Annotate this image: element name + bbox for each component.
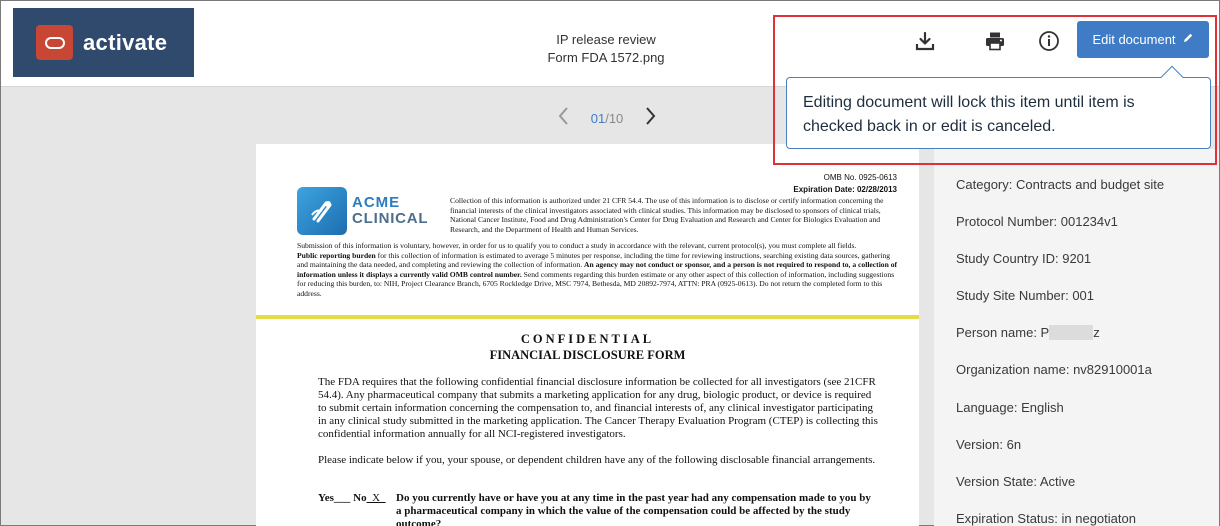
omb-number: OMB No. 0925-0613	[823, 173, 897, 182]
oracle-logo-icon	[36, 25, 73, 60]
document-title-block: IP release review Form FDA 1572.png	[506, 31, 706, 67]
meta-study-site-number: Study Site Number: 001	[956, 288, 1095, 303]
page-pager: 01/10	[557, 105, 657, 131]
acme-logo-line2: CLINICAL	[352, 210, 429, 227]
confidential-title: CONFIDENTIAL	[520, 332, 655, 346]
burden-paragraph: Public reporting burden for this collect…	[297, 251, 902, 299]
form-title: FINANCIAL DISCLOSURE FORM	[489, 348, 686, 362]
meta-expiration-status: Expiration Status: in negotiaton	[956, 511, 1136, 526]
body-paragraph: The FDA requires that the following conf…	[318, 376, 878, 440]
submission-block: Submission of this information is volunt…	[297, 241, 902, 299]
app-name: activate	[83, 29, 168, 55]
total-pages: 10	[608, 110, 624, 126]
acme-clinical-logo: ACME CLINICAL	[297, 187, 428, 235]
document-page[interactable]: OMB No. 0925-0613 Expiration Date: 02/28…	[256, 144, 919, 526]
acme-logo-icon	[297, 187, 347, 235]
metadata-panel: Category: Contracts and budget site Prot…	[934, 149, 1219, 526]
indicate-paragraph: Please indicate below if you, your spous…	[318, 454, 876, 466]
next-page-icon[interactable]	[643, 106, 657, 131]
question-row: Yes___ No_X_ Do you currently have or ha…	[318, 492, 878, 526]
omb-block: OMB No. 0925-0613 Expiration Date: 02/28…	[793, 172, 897, 196]
page-indicator: 01/10	[591, 111, 624, 126]
meta-study-country-id: Study Country ID: 9201	[956, 251, 1092, 266]
person-name-prefix: Person name: P	[956, 325, 1050, 340]
file-name: Form FDA 1572.png	[547, 50, 665, 65]
download-icon[interactable]	[913, 29, 937, 53]
section-divider	[256, 315, 919, 319]
meta-protocol-number: Protocol Number: 001234v1	[956, 214, 1118, 229]
question-text: Do you currently have or have you at any…	[396, 492, 871, 526]
print-icon[interactable]	[983, 29, 1007, 53]
yes-no-label: Yes___ No	[318, 492, 367, 504]
acme-logo-text: ACME CLINICAL	[352, 195, 428, 227]
prev-page-icon[interactable]	[557, 106, 571, 131]
meta-version: Version: 6n	[956, 437, 1022, 452]
review-title: IP release review	[556, 32, 656, 47]
meta-language: Language: English	[956, 400, 1064, 415]
meta-organization-name: Organization name: nv82910001a	[956, 362, 1152, 377]
current-page: 01	[590, 110, 606, 126]
acme-logo-line1: ACME	[352, 194, 401, 211]
edit-document-label: Edit document	[1092, 32, 1176, 47]
edit-document-button[interactable]: Edit document	[1077, 21, 1209, 58]
burden-label: Public reporting burden	[297, 250, 376, 260]
pencil-icon	[1182, 32, 1194, 47]
no-mark: _X_	[366, 492, 386, 504]
expiration-date: Expiration Date: 02/28/2013	[793, 185, 897, 194]
person-name-suffix: z	[1093, 325, 1100, 340]
edit-lock-tooltip: Editing document will lock this item unt…	[786, 77, 1211, 149]
info-icon[interactable]	[1037, 29, 1061, 53]
meta-person-name: Person name: P z	[956, 325, 1100, 340]
yes-no-field: Yes___ No_X_	[318, 492, 396, 526]
meta-version-state: Version State: Active	[956, 474, 1076, 489]
app-logo[interactable]: activate	[13, 8, 194, 77]
authorization-text: Collection of this information is author…	[450, 196, 884, 234]
meta-category: Category: Contracts and budget site	[956, 177, 1165, 192]
submission-text: Submission of this information is volunt…	[297, 241, 857, 250]
app-header: activate IP release review Form FDA 1572…	[1, 1, 1219, 87]
redaction-block	[1049, 325, 1094, 340]
